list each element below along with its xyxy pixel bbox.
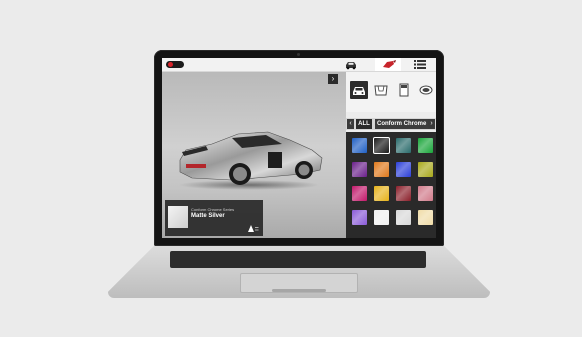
app-top-bar bbox=[162, 58, 436, 72]
swatch-series-label: Conform Chrome Series bbox=[191, 207, 235, 212]
color-swatch[interactable] bbox=[418, 138, 433, 153]
selected-swatch-card: Conform Chrome Series Matte Silver bbox=[165, 200, 263, 236]
laptop-lid: › Conform Chrome Series Matte Silver ‹ A… bbox=[154, 50, 444, 246]
webcam-icon bbox=[297, 53, 300, 56]
paint-icon bbox=[383, 60, 396, 68]
category-hood[interactable] bbox=[372, 81, 390, 99]
wrap-options-panel: ‹ ALL Conform Chrome › bbox=[346, 72, 436, 238]
filter-all-button[interactable]: ALL bbox=[356, 119, 372, 129]
hood-icon bbox=[374, 85, 388, 96]
color-swatch[interactable] bbox=[352, 162, 367, 177]
selected-swatch-preview bbox=[168, 206, 188, 228]
filter-series-label[interactable]: Conform Chrome bbox=[375, 119, 429, 129]
avery-dennison-logo-icon bbox=[248, 225, 259, 232]
tab-paint[interactable] bbox=[375, 58, 401, 71]
mirror-icon bbox=[419, 85, 433, 95]
color-swatch[interactable] bbox=[374, 162, 389, 177]
color-swatch[interactable] bbox=[374, 210, 389, 225]
color-swatch[interactable] bbox=[418, 186, 433, 201]
series-filter-row: ‹ ALL Conform Chrome › bbox=[346, 118, 436, 130]
laptop-opening-notch bbox=[272, 289, 326, 292]
color-swatch[interactable] bbox=[352, 186, 367, 201]
car-model-image[interactable] bbox=[172, 124, 328, 190]
color-swatch[interactable] bbox=[352, 138, 367, 153]
category-full-car[interactable] bbox=[350, 81, 368, 99]
car-front-icon bbox=[353, 87, 365, 95]
color-swatch[interactable] bbox=[418, 162, 433, 177]
color-swatch[interactable] bbox=[396, 138, 411, 153]
category-door[interactable] bbox=[395, 81, 413, 99]
car-icon[interactable] bbox=[344, 59, 358, 70]
color-swatch[interactable] bbox=[396, 186, 411, 201]
door-icon bbox=[399, 83, 409, 97]
color-swatch[interactable] bbox=[396, 162, 411, 177]
laptop-screen: › Conform Chrome Series Matte Silver ‹ A… bbox=[162, 58, 436, 238]
laptop-keyboard bbox=[170, 251, 426, 268]
product-scene: › Conform Chrome Series Matte Silver ‹ A… bbox=[0, 0, 582, 337]
color-swatch-grid bbox=[346, 132, 436, 238]
color-swatch[interactable] bbox=[396, 210, 411, 225]
filter-prev-button[interactable]: ‹ bbox=[347, 119, 354, 129]
swatch-name-label: Matte Silver bbox=[191, 213, 225, 219]
color-swatch[interactable] bbox=[418, 210, 433, 225]
collapse-panel-button[interactable]: › bbox=[328, 74, 338, 84]
category-mirror[interactable] bbox=[417, 81, 435, 99]
brand-logo bbox=[166, 61, 184, 68]
car-3d-viewer[interactable]: › Conform Chrome Series Matte Silver bbox=[162, 72, 346, 238]
part-category-row bbox=[346, 72, 436, 112]
list-icon[interactable] bbox=[414, 60, 426, 69]
color-swatch[interactable] bbox=[374, 186, 389, 201]
color-swatch[interactable] bbox=[352, 210, 367, 225]
brand-logo-dot bbox=[168, 62, 173, 67]
filter-next-button[interactable]: › bbox=[428, 119, 435, 129]
color-swatch[interactable] bbox=[374, 138, 389, 153]
